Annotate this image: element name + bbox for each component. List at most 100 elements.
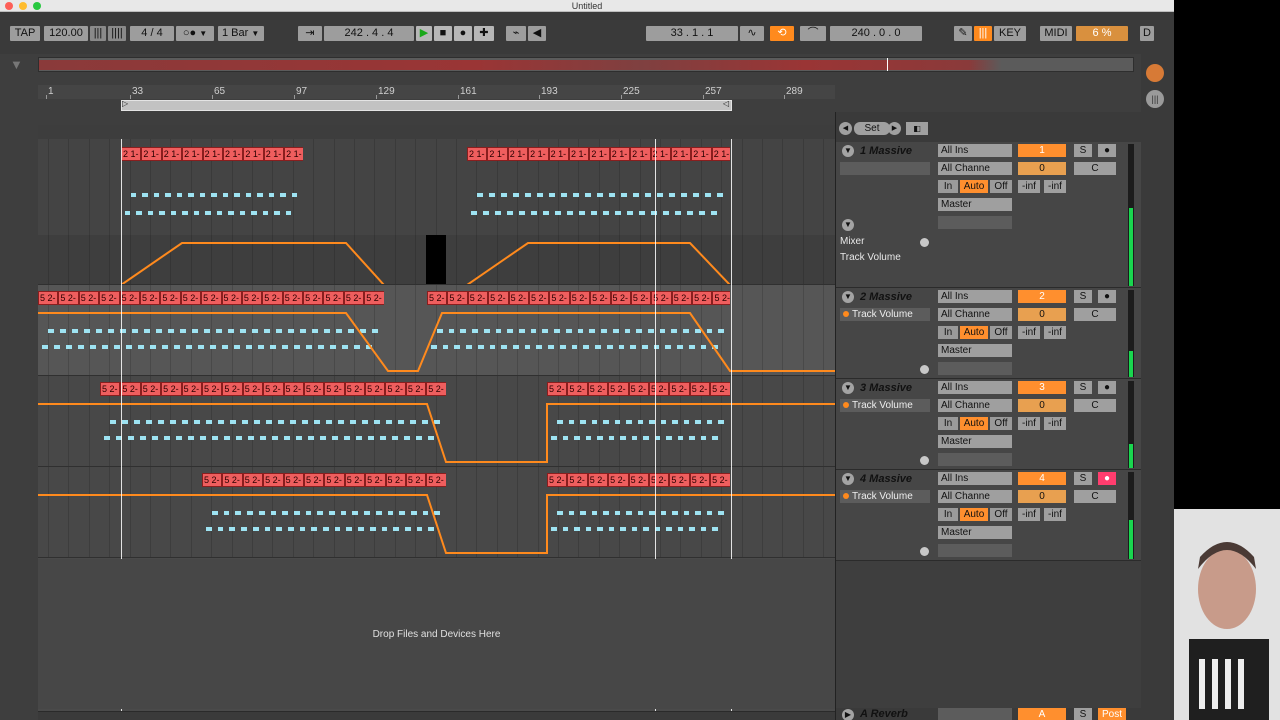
play-button[interactable]: ▶	[416, 26, 432, 41]
return-input-chooser[interactable]	[938, 708, 1012, 720]
automation-param-chooser[interactable]: Track Volume	[840, 308, 930, 321]
volume-slider[interactable]: 0	[1018, 399, 1066, 412]
input-channel-chooser[interactable]: All Channe	[938, 490, 1012, 503]
punch-out-toggle[interactable]: ⌒	[800, 26, 826, 41]
pan-knob[interactable]: C	[1074, 399, 1116, 412]
monitor-off-button[interactable]: Off	[990, 180, 1012, 193]
volume-slider[interactable]: 0	[1018, 308, 1066, 321]
fold-toggle[interactable]: ▼	[842, 291, 854, 303]
track-name[interactable]: 4 Massive	[860, 473, 912, 485]
output-channel-chooser[interactable]	[938, 544, 1012, 557]
pan-knob[interactable]: C	[1074, 490, 1116, 503]
lane-fold-toggle[interactable]: ▼	[842, 219, 854, 231]
automation-param-chooser[interactable]: Track Volume	[840, 490, 930, 503]
monitor-in-button[interactable]: In	[938, 417, 958, 430]
arm-button[interactable]: ●	[1098, 290, 1116, 303]
output-type-chooser[interactable]: Master	[938, 198, 1012, 211]
input-type-chooser[interactable]: All Ins	[938, 472, 1012, 485]
track-activator[interactable]: 1	[1018, 144, 1066, 157]
quantize-menu[interactable]: 1 Bar ▼	[218, 26, 264, 41]
tap-tempo-button[interactable]: TAP	[10, 26, 40, 41]
punch-in-field[interactable]: 33 . 1 . 1	[646, 26, 738, 41]
input-type-chooser[interactable]: All Ins	[938, 381, 1012, 394]
automation-lane[interactable]	[38, 467, 835, 558]
fold-toggle[interactable]: ▼	[842, 145, 854, 157]
monitor-off-button[interactable]: Off	[990, 508, 1012, 521]
track-activator[interactable]: 4	[1018, 472, 1066, 485]
arm-button[interactable]: ●	[1098, 472, 1116, 485]
monitor-off-button[interactable]: Off	[990, 326, 1012, 339]
nudge-up-icon[interactable]: ||||	[108, 26, 126, 41]
arrangement-track-lane[interactable]: 5 2- 5 2- 5 2- 5 2- 5 2- 5 2- 5 2- 5 2- 5 2- 5 2-…	[38, 285, 835, 376]
add-lane-icon[interactable]	[920, 456, 929, 465]
monitor-in-button[interactable]: In	[938, 508, 958, 521]
drop-zone[interactable]: Drop Files and Devices Here	[38, 559, 835, 709]
monitor-in-button[interactable]: In	[938, 326, 958, 339]
follow-toggle[interactable]: ⇥	[298, 26, 322, 41]
loop-end-icon[interactable]: ◁	[723, 99, 729, 108]
volume-slider[interactable]: 0	[1018, 490, 1066, 503]
automation-arm-button[interactable]: ⌁	[506, 26, 526, 41]
track-name[interactable]: 2 Massive	[860, 291, 912, 303]
monitor-auto-button[interactable]: Auto	[960, 508, 988, 521]
key-map-button[interactable]: KEY	[994, 26, 1026, 41]
overview-chevron-icon[interactable]: ▼	[10, 57, 26, 73]
loop-length-field[interactable]: 240 . 0 . 0	[830, 26, 922, 41]
arrangement-position-field[interactable]: 242 . 4 . 4	[324, 26, 414, 41]
pan-knob[interactable]: C	[1074, 162, 1116, 175]
mixer-toggle-icon[interactable]: |||	[1146, 90, 1164, 108]
add-overdub-button[interactable]: ✚	[474, 26, 494, 41]
volume-slider[interactable]: 0	[1018, 162, 1066, 175]
monitor-auto-button[interactable]: Auto	[960, 326, 988, 339]
output-channel-chooser[interactable]	[938, 453, 1012, 466]
stop-button[interactable]: ■	[434, 26, 452, 41]
pan-knob[interactable]: C	[1074, 308, 1116, 321]
input-channel-chooser[interactable]: All Channe	[938, 162, 1012, 175]
output-type-chooser[interactable]: Master	[938, 526, 1012, 539]
return-track-lane[interactable]	[38, 711, 835, 720]
automation-lane[interactable]	[38, 285, 835, 376]
arrangement-track-lane[interactable]: 5 2- 5 2- 5 2- 5 2- 5 2- 5 2- 5 2- 5 2- 5 2- 5 2-…	[38, 376, 835, 467]
tempo-field[interactable]: 120.00	[44, 26, 88, 41]
output-channel-chooser[interactable]	[938, 362, 1012, 375]
input-channel-chooser[interactable]: All Channe	[938, 399, 1012, 412]
punch-in-toggle[interactable]: ∿	[740, 26, 764, 41]
save-locator-icon[interactable]: ◧	[906, 122, 928, 135]
next-locator-button[interactable]: ▶	[888, 122, 901, 135]
browser-toggle-icon[interactable]	[1146, 64, 1164, 82]
arm-button[interactable]: ●	[1098, 381, 1116, 394]
return-solo-button[interactable]: S	[1074, 708, 1092, 720]
loop-brace[interactable]	[121, 100, 732, 111]
record-button[interactable]: ●	[454, 26, 472, 41]
fold-toggle[interactable]: ▼	[842, 382, 854, 394]
back-to-arrangement-button[interactable]: ◀	[528, 26, 546, 41]
locator-lane[interactable]	[38, 125, 835, 139]
computer-keyboard-button[interactable]: |||	[974, 26, 992, 41]
previous-locator-button[interactable]: ◀	[839, 122, 852, 135]
return-track-name[interactable]: A Reverb	[860, 708, 908, 720]
monitor-auto-button[interactable]: Auto	[960, 417, 988, 430]
output-type-chooser[interactable]: Master	[938, 344, 1012, 357]
automation-param-chooser[interactable]: Track Volume	[840, 399, 930, 412]
automation-lane[interactable]	[38, 139, 835, 285]
fold-toggle[interactable]: ▼	[842, 473, 854, 485]
add-lane-icon[interactable]	[920, 365, 929, 374]
fold-toggle[interactable]: ▶	[842, 709, 854, 720]
solo-button[interactable]: S	[1074, 472, 1092, 485]
arrangement-track-lane[interactable]: 2 1- 2 1- 2 1- 2 1- 2 1- 2 1- 2 1- 2 1- 2 1- 2 1-…	[38, 139, 835, 285]
track-name[interactable]: 1 Massive	[860, 145, 912, 157]
output-channel-chooser[interactable]	[938, 216, 1012, 229]
return-activator[interactable]: A	[1018, 708, 1066, 720]
input-channel-chooser[interactable]: All Channe	[938, 308, 1012, 321]
loop-start-icon[interactable]: ▷	[122, 99, 128, 108]
automation-lane[interactable]	[38, 376, 835, 467]
arm-button[interactable]: ●	[1098, 144, 1116, 157]
track-name[interactable]: 3 Massive	[860, 382, 912, 394]
arrangement-track-lane[interactable]: 5 2- 5 2- 5 2- 5 2- 5 2- 5 2- 5 2- 5 2- 5 2- 5 2-…	[38, 467, 835, 558]
time-signature-field[interactable]: 4 / 4	[130, 26, 174, 41]
arrangement-overview[interactable]	[38, 57, 1134, 72]
add-lane-icon[interactable]	[920, 547, 929, 556]
set-locator-button[interactable]: Set	[854, 122, 890, 135]
solo-button[interactable]: S	[1074, 381, 1092, 394]
solo-button[interactable]: S	[1074, 290, 1092, 303]
